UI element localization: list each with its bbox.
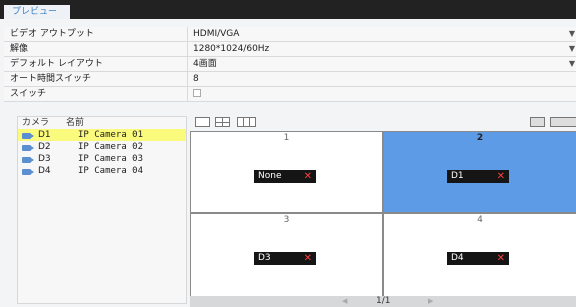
camera-list-header: カメラ 名前 xyxy=(18,117,186,129)
setting-label: スイッチ xyxy=(4,87,187,101)
view-mode-icon[interactable] xyxy=(550,117,576,127)
grid-cell[interactable]: 1 None ✕ xyxy=(191,132,382,212)
remove-icon[interactable]: ✕ xyxy=(304,170,312,183)
resolution-select[interactable]: 1280*1024/60Hz ▼ xyxy=(187,42,576,56)
setting-default-layout: デフォルト レイアウト 4画面 ▼ xyxy=(4,57,576,72)
video-output-select[interactable]: HDMI/VGA ▼ xyxy=(187,27,576,41)
settings-panel: ビデオ アウトプット HDMI/VGA ▼ 解像 1280*1024/60Hz … xyxy=(4,27,576,102)
next-page-icon[interactable]: ▶ xyxy=(428,296,433,307)
camera-id: D3 xyxy=(38,154,51,164)
auto-switch-time-input[interactable]: 8 xyxy=(187,72,576,86)
chevron-down-icon[interactable]: ▼ xyxy=(569,42,575,56)
camera-icon xyxy=(22,157,34,163)
remove-icon[interactable]: ✕ xyxy=(497,252,505,265)
cell-channel-chip: D1 ✕ xyxy=(447,170,509,183)
cell-number: 1 xyxy=(283,133,290,143)
setting-auto-switch-time: オート時間スイッチ 8 xyxy=(4,72,576,87)
pager: ◀ 1/1 ▶ xyxy=(190,296,576,307)
camera-list: カメラ 名前 D1 IP Camera 01 D2 IP Camera 02 D… xyxy=(17,116,187,304)
header-camera: カメラ xyxy=(22,118,50,128)
cell-number: 4 xyxy=(477,215,483,225)
grid-cell[interactable]: 3 D3 ✕ xyxy=(191,214,382,296)
camera-row[interactable]: D4 IP Camera 04 xyxy=(18,165,186,177)
cell-number: 2 xyxy=(476,133,484,143)
camera-row[interactable]: D1 IP Camera 01 xyxy=(18,129,186,141)
camera-row[interactable]: D2 IP Camera 02 xyxy=(18,141,186,153)
preview-grid: 1 None ✕ 2 D1 ✕ 3 D3 ✕ 4 D4 ✕ xyxy=(190,131,576,296)
camera-id: D1 xyxy=(38,130,51,140)
setting-label: オート時間スイッチ xyxy=(4,72,187,86)
header-name: 名前 xyxy=(66,118,85,128)
switch-checkbox[interactable] xyxy=(193,88,201,97)
layout-4-icon[interactable] xyxy=(215,117,230,127)
camera-row[interactable]: D3 IP Camera 03 xyxy=(18,153,186,165)
chip-label: None xyxy=(258,171,282,181)
chevron-down-icon[interactable]: ▼ xyxy=(569,27,575,41)
setting-value: 1280*1024/60Hz xyxy=(193,44,270,54)
camera-id: D4 xyxy=(38,166,51,176)
setting-value: HDMI/VGA xyxy=(193,29,240,39)
camera-name: IP Camera 03 xyxy=(78,154,144,164)
tab-preview[interactable]: プレビュー xyxy=(4,5,70,19)
setting-label: デフォルト レイアウト xyxy=(4,57,187,71)
camera-name: IP Camera 01 xyxy=(78,130,144,140)
layout-toolbar xyxy=(190,116,576,130)
page-indicator: 1/1 xyxy=(376,296,391,306)
setting-label: 解像 xyxy=(4,42,187,56)
default-layout-select[interactable]: 4画面 ▼ xyxy=(187,57,576,71)
setting-video-output: ビデオ アウトプット HDMI/VGA ▼ xyxy=(4,27,576,42)
setting-switch: スイッチ xyxy=(4,87,576,102)
camera-name: IP Camera 04 xyxy=(78,166,144,176)
camera-icon xyxy=(22,145,34,151)
cell-channel-chip: None ✕ xyxy=(254,170,316,183)
remove-icon[interactable]: ✕ xyxy=(304,252,312,265)
setting-value: 8 xyxy=(193,74,199,84)
cell-number: 3 xyxy=(283,215,290,225)
setting-resolution: 解像 1280*1024/60Hz ▼ xyxy=(4,42,576,57)
chip-label: D1 xyxy=(451,171,464,181)
camera-name: IP Camera 02 xyxy=(78,142,144,152)
layout-1-icon[interactable] xyxy=(195,117,210,127)
chevron-down-icon[interactable]: ▼ xyxy=(569,57,575,71)
prev-page-icon[interactable]: ◀ xyxy=(342,296,347,307)
chip-label: D4 xyxy=(451,253,464,263)
view-toggle-icon[interactable] xyxy=(530,117,545,127)
camera-icon xyxy=(22,169,34,175)
chip-label: D3 xyxy=(258,253,271,263)
camera-id: D2 xyxy=(38,142,51,152)
cell-channel-chip: D4 ✕ xyxy=(447,252,509,265)
switch-checkbox-cell xyxy=(187,87,576,101)
setting-label: ビデオ アウトプット xyxy=(4,27,187,41)
cell-channel-chip: D3 ✕ xyxy=(254,252,316,265)
camera-icon xyxy=(22,133,34,139)
remove-icon[interactable]: ✕ xyxy=(497,170,505,183)
setting-value: 4画面 xyxy=(193,59,217,69)
grid-cell[interactable]: 2 D1 ✕ xyxy=(384,132,576,212)
grid-cell[interactable]: 4 D4 ✕ xyxy=(384,214,576,296)
top-tab-bar: プレビュー xyxy=(0,0,576,19)
layout-9-icon[interactable] xyxy=(237,117,256,127)
